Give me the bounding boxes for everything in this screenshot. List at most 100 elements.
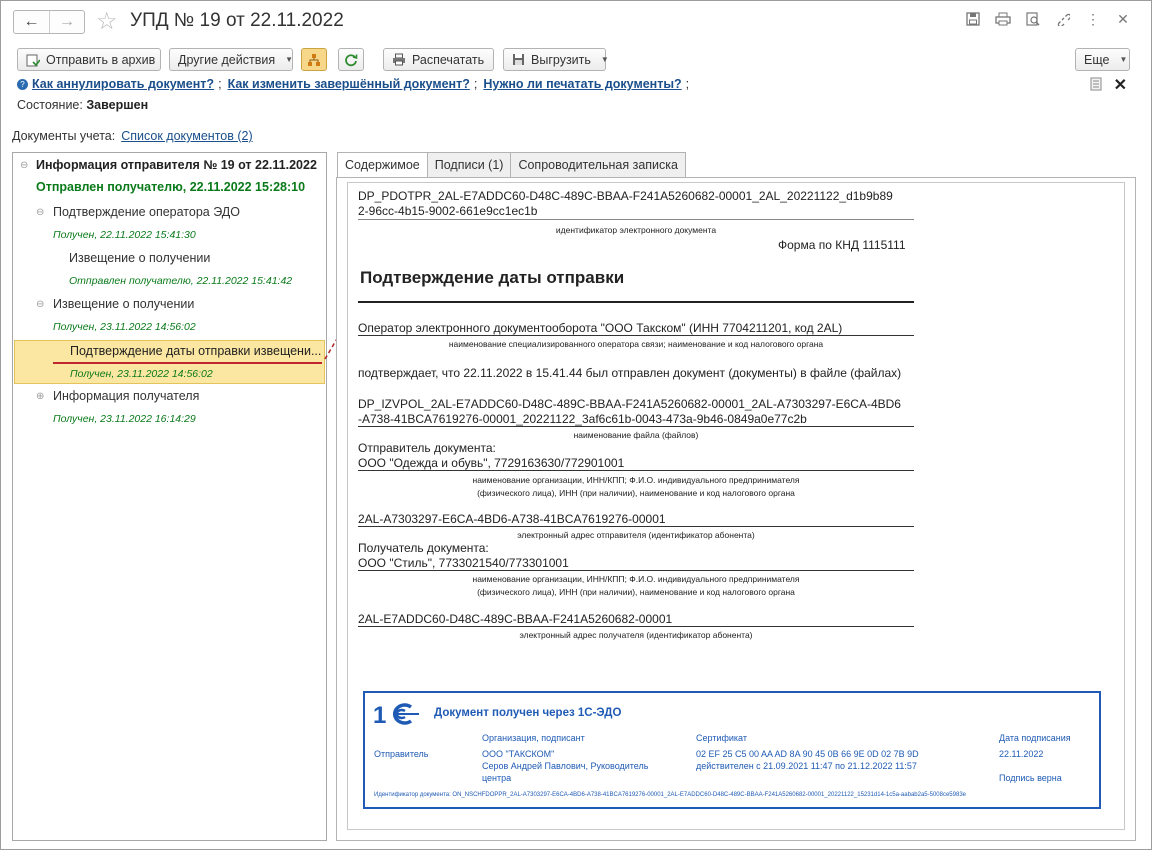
tree-status-text: Получен, 23.11.2022 16:14:29 xyxy=(53,413,196,425)
stamp-signer-line-2: центра xyxy=(482,773,512,783)
floppy-icon xyxy=(512,53,525,67)
filename-caption: наименование файла (файлов) xyxy=(573,430,699,440)
stamp-document-id: Идентификатор документа: ON_NSCHFDOPPR_2… xyxy=(374,792,966,798)
more-vertical-icon[interactable]: ⋮ xyxy=(1085,11,1101,27)
help-icon: ? xyxy=(17,78,28,90)
receiver-value: ООО "Стиль", 7733021540/773301001 xyxy=(358,556,569,570)
divider xyxy=(358,470,914,471)
collapse-icon[interactable]: ⊖ xyxy=(20,160,28,171)
tree-node-operator-confirm[interactable]: ⊖ Подтверждение оператора ЭДО xyxy=(13,204,326,224)
help-panel-controls: ✕ xyxy=(1090,75,1127,95)
chevron-down-icon: ▼ xyxy=(285,55,294,64)
archive-icon xyxy=(26,53,40,67)
stamp-col-org: Организация, подписант xyxy=(482,733,585,743)
tree-status-text: Получен, 23.11.2022 14:56:02 xyxy=(53,321,196,333)
state-label: Состояние: xyxy=(17,98,83,112)
org-caption-line-1: наименование организации, ИНН/КПП; Ф.И.О… xyxy=(472,574,800,584)
document-window: ← → ☆ УПД № 19 от 22.11.2022 ⋮ ✕ Отправи… xyxy=(0,0,1152,850)
tree-node-sender-info[interactable]: ⊖ Информация отправителя № 19 от 22.11.2… xyxy=(13,157,326,177)
how-to-annul-link[interactable]: Как аннулировать документ? xyxy=(32,77,214,91)
divider xyxy=(358,335,914,336)
how-to-edit-link[interactable]: Как изменить завершённый документ? xyxy=(228,77,470,91)
link-icon[interactable] xyxy=(1055,11,1071,27)
export-button[interactable]: Выгрузить ▼ xyxy=(503,48,609,71)
print-button[interactable]: Распечатать xyxy=(383,48,494,71)
back-button[interactable]: ← xyxy=(14,11,49,33)
send-to-archive-label: Отправить в архив xyxy=(46,52,156,67)
receiver-address-caption: электронный адрес получателя (идентифика… xyxy=(519,630,753,640)
collapse-icon[interactable]: ⊖ xyxy=(36,299,44,310)
sender-address-caption: электронный адрес отправителя (идентифик… xyxy=(517,530,755,540)
send-to-archive-button[interactable]: Отправить в архив xyxy=(17,48,161,71)
more-button[interactable]: Еще ▼ xyxy=(1075,48,1130,71)
file-id-line-2: 2-96cc-4b15-9002-661e9cc1ec1b xyxy=(358,204,538,218)
need-to-print-link[interactable]: Нужно ли печатать документы? xyxy=(483,77,681,91)
preview-icon[interactable] xyxy=(1025,11,1041,27)
chevron-down-icon: ▼ xyxy=(600,55,609,64)
tree-node-label: Информация получателя xyxy=(53,389,200,403)
tree-node-label: Подтверждение даты отправки извещени... xyxy=(70,344,322,358)
tree-status-text: Получен, 23.11.2022 14:56:02 xyxy=(70,368,213,380)
forward-button[interactable]: → xyxy=(48,11,84,33)
tab-signatures[interactable]: Подписи (1) xyxy=(426,152,512,178)
expand-icon[interactable]: ⊕ xyxy=(36,391,44,402)
accounting-docs-line: Документы учета: Список документов (2) xyxy=(12,129,253,143)
printer-icon[interactable] xyxy=(995,11,1011,27)
confirms-text: подтверждает, что 22.11.2022 в 15.41.44 … xyxy=(358,366,902,380)
stamp-signature-valid: Подпись верна xyxy=(999,773,1062,783)
stamp-row-label: Отправитель xyxy=(374,749,429,759)
filename-line-1: DP_IZVPOL_2AL-E7ADDC60-D48C-489C-BBAA-F2… xyxy=(358,397,901,411)
documents-list-link[interactable]: Список документов (2) xyxy=(121,129,252,143)
printer-icon xyxy=(392,53,406,67)
tree-node-label: Извещение о получении xyxy=(53,297,195,311)
tree-node-status: Отправлен получателю, 22.11.2022 15:28:1… xyxy=(13,180,326,198)
divider xyxy=(358,526,914,527)
document-tree: ⊖ Информация отправителя № 19 от 22.11.2… xyxy=(12,152,327,841)
tab-cover-note[interactable]: Сопроводительная записка xyxy=(510,152,686,178)
help-links: ? Как аннулировать документ?; Как измени… xyxy=(17,77,691,91)
operator-text: Оператор электронного документооборота "… xyxy=(358,321,843,335)
filename-line-2: -A738-41BCA7619276-00001_20221122_3af6c6… xyxy=(358,412,807,426)
sender-value: ООО "Одежда и обувь", 7729163630/7729010… xyxy=(358,456,625,470)
close-help-icon[interactable]: ✕ xyxy=(1114,75,1127,95)
tree-node-receipt-notice-2[interactable]: ⊖ Извещение о получении xyxy=(13,296,326,316)
divider xyxy=(358,570,914,571)
divider xyxy=(358,219,914,220)
other-actions-label: Другие действия xyxy=(178,52,276,67)
collapse-icon[interactable]: ⊖ xyxy=(36,207,44,218)
document-icon[interactable] xyxy=(1090,77,1102,94)
save-icon[interactable] xyxy=(965,11,981,27)
other-actions-button[interactable]: Другие действия ▼ xyxy=(169,48,293,71)
close-window-icon[interactable]: ✕ xyxy=(1115,11,1131,27)
separator: ; xyxy=(685,77,690,91)
export-label: Выгрузить xyxy=(531,52,591,67)
tree-node-receipt-notice[interactable]: Извещение о получении xyxy=(13,250,326,270)
hierarchy-icon xyxy=(307,53,321,67)
receiver-label: Получатель документа: xyxy=(358,541,489,555)
refresh-icon xyxy=(344,53,358,67)
window-title: УПД № 19 от 22.11.2022 xyxy=(130,10,344,31)
tree-node-label: Информация отправителя № 19 от 22.11.202… xyxy=(36,158,317,172)
tree-node-label: Подтверждение оператора ЭДО xyxy=(53,205,240,219)
tab-content[interactable]: Содержимое xyxy=(337,152,428,178)
1c-logo-icon: 1 xyxy=(373,702,419,727)
tree-status-text: Отправлен получателю, 22.11.2022 15:28:1… xyxy=(36,180,306,194)
stamp-org: ООО "ТАКСКОМ" xyxy=(482,749,555,759)
state-value: Завершен xyxy=(86,98,149,112)
more-label: Еще xyxy=(1084,52,1110,67)
receiver-address: 2AL-E7ADDC60-D48C-489C-BBAA-F241A5260682… xyxy=(358,612,673,626)
stamp-col-cert: Сертификат xyxy=(696,733,747,743)
stamp-signer-line-1: Серов Андрей Павлович, Руководитель xyxy=(482,761,649,771)
tree-node-receiver-info[interactable]: ⊕ Информация получателя xyxy=(13,388,326,408)
accounting-docs-label: Документы учета: xyxy=(12,129,116,143)
favorite-star-icon[interactable]: ☆ xyxy=(96,7,118,36)
refresh-button[interactable] xyxy=(338,48,364,71)
navigation-buttons: ← → xyxy=(13,10,85,34)
hierarchy-button[interactable] xyxy=(301,48,327,71)
form-knd: Форма по КНД 1115111 xyxy=(778,238,906,252)
tab-bar: Содержимое Подписи (1) Сопроводительная … xyxy=(337,152,686,178)
highlight-underline xyxy=(53,362,322,364)
stamp-cert-validity: действителен с 21.09.2021 11:47 по 21.12… xyxy=(696,761,917,771)
sender-address: 2AL-A7303297-E6CA-4BD6-A738-41BCA7619276… xyxy=(358,512,666,526)
stamp-date: 22.11.2022 xyxy=(999,749,1044,759)
